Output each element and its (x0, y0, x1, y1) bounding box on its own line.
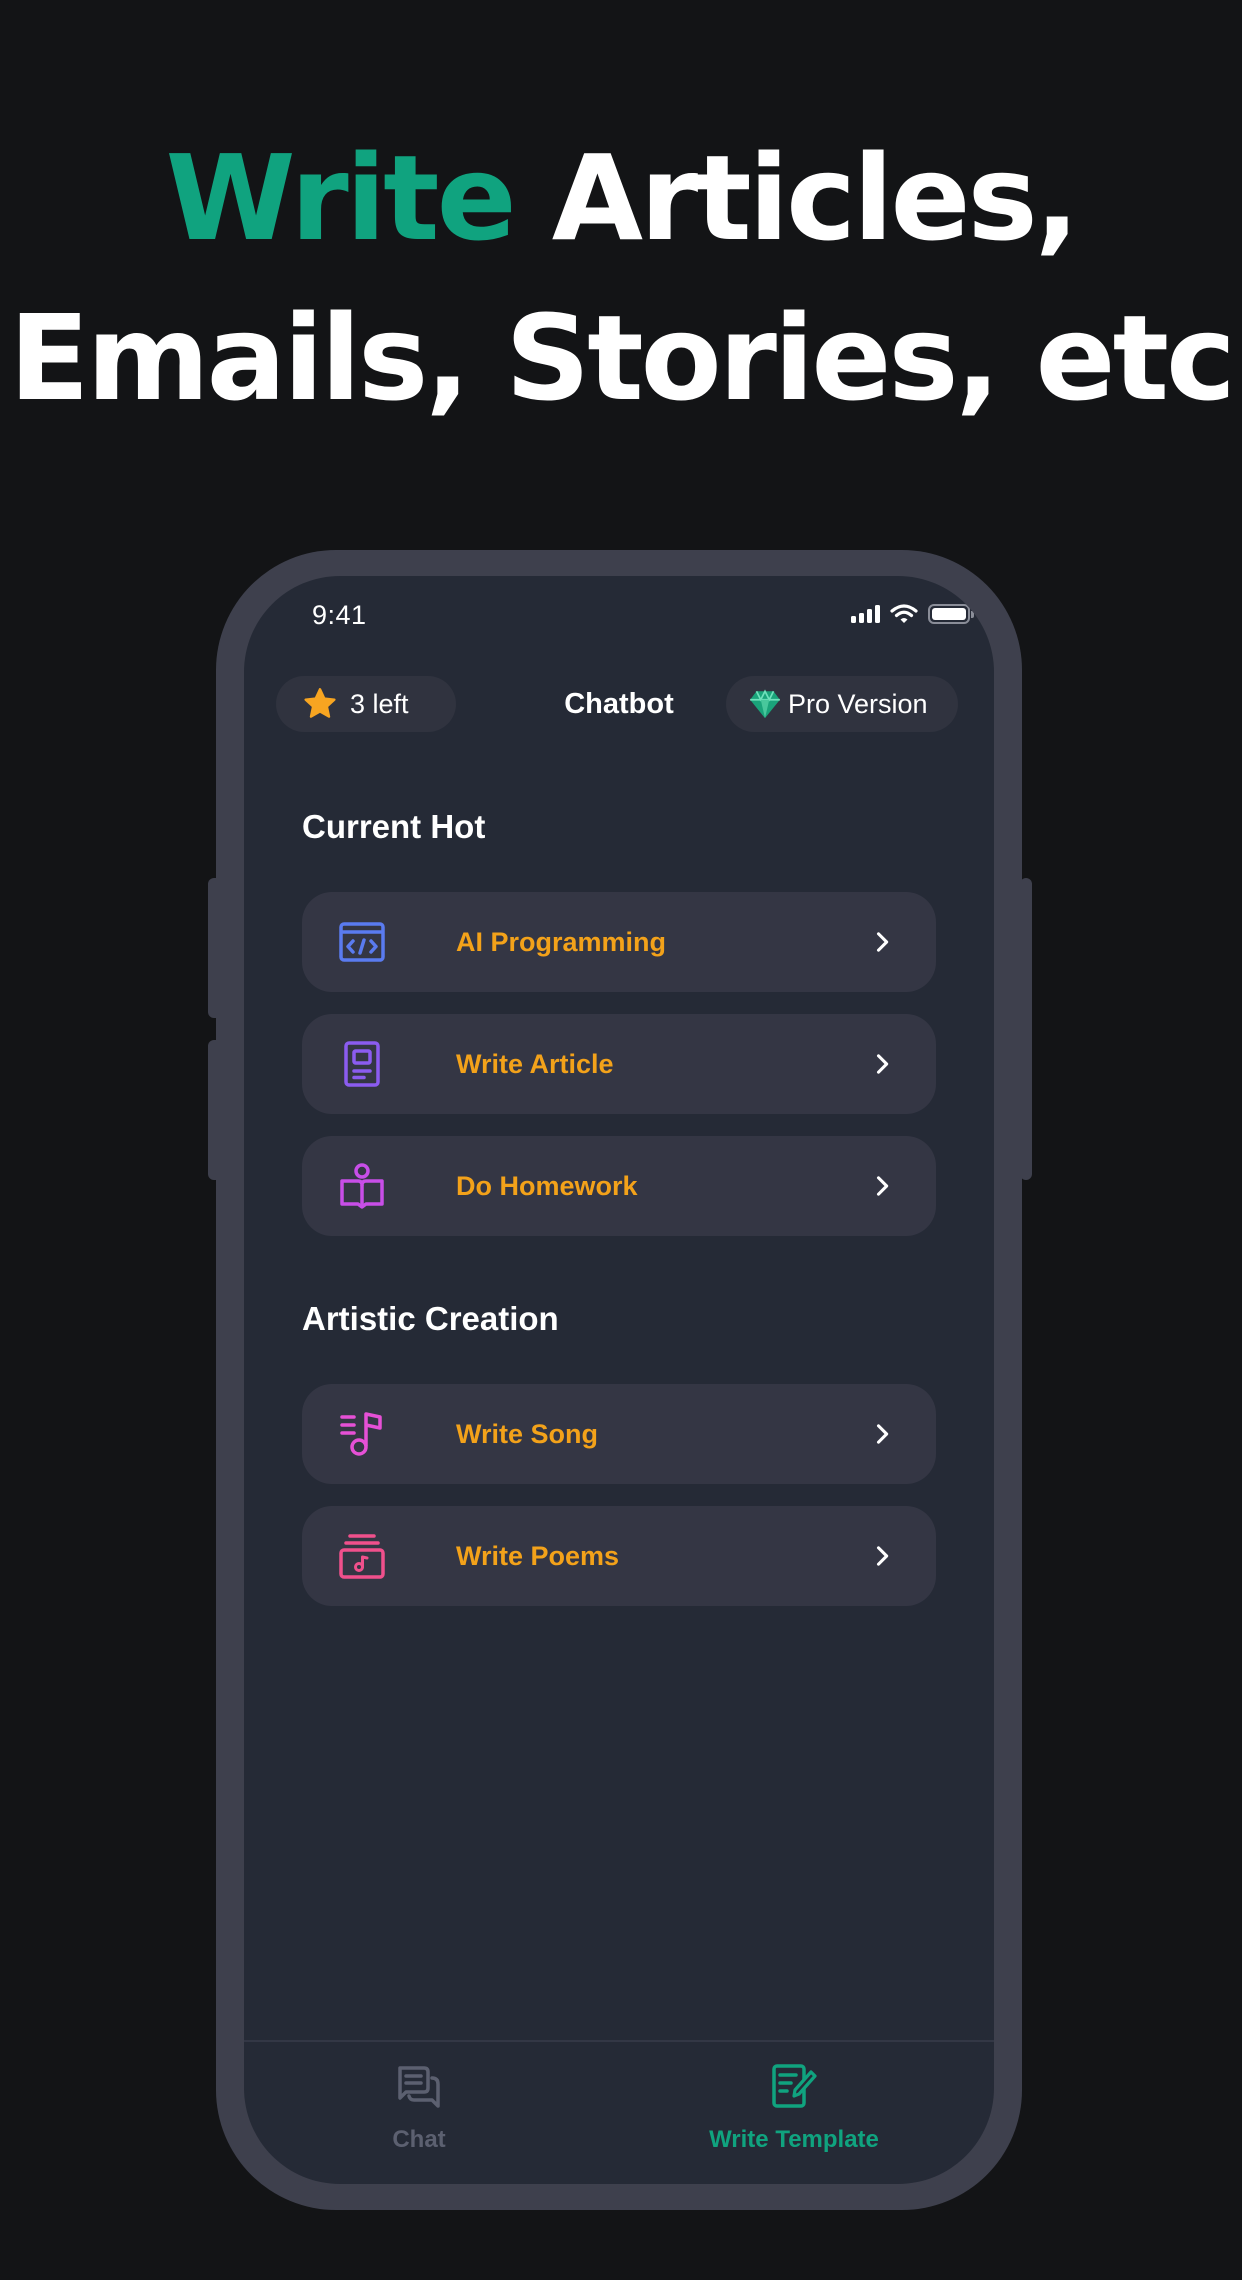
section-title-current-hot: Current Hot (302, 808, 486, 845)
status-time: 9:41 (312, 600, 367, 630)
tab-write-template[interactable]: Write Template (674, 2042, 914, 2162)
headline-line-1-rest: Articles, (551, 129, 1080, 267)
chevron-right-icon (876, 1054, 889, 1074)
phone-screen: 9:41 3 left Chatbot Pro Version Current … (244, 576, 994, 2184)
template-item-label: Do Homework (456, 1171, 638, 1201)
template-item-label: Write Song (456, 1419, 599, 1449)
chevron-right-icon (876, 932, 889, 952)
chat-bubbles-icon (398, 2066, 440, 2108)
wifi-icon (890, 604, 918, 623)
music-note-icon (340, 1412, 382, 1456)
template-item-write-article[interactable]: Write Article (302, 1014, 936, 1114)
headline-accent: Write (165, 129, 516, 267)
cellular-signal-icon (851, 605, 880, 623)
chevron-right-icon (876, 1424, 889, 1444)
template-item-write-song[interactable]: Write Song (302, 1384, 936, 1484)
battery-icon (928, 604, 974, 624)
chevron-right-icon (876, 1176, 889, 1196)
template-item-do-homework[interactable]: Do Homework (302, 1136, 936, 1236)
headline: Write Articles, Emails, Stories, etc (0, 118, 1242, 438)
document-icon (344, 1041, 380, 1087)
pro-version-button[interactable]: Pro Version (726, 676, 958, 732)
status-bar: 9:41 (244, 576, 994, 656)
write-template-icon (772, 2064, 817, 2108)
template-item-write-poems[interactable]: Write Poems (302, 1506, 936, 1606)
diamond-icon (750, 689, 780, 719)
code-window-icon (339, 922, 385, 962)
tab-chat[interactable]: Chat (324, 2042, 514, 2162)
headline-line-2: Emails, Stories, etc (9, 289, 1236, 427)
pro-version-label: Pro Version (788, 688, 928, 719)
headline-line-1: Write Articles, (0, 118, 1242, 278)
template-item-label: Write Article (456, 1049, 614, 1079)
section-title-artistic-creation: Artistic Creation (302, 1300, 559, 1337)
template-item-label: AI Programming (456, 927, 667, 957)
reading-book-icon (340, 1163, 384, 1209)
tab-bar: Chat Write Template (244, 2040, 994, 2184)
chevron-right-icon (876, 1546, 889, 1566)
music-album-icon (339, 1534, 385, 1579)
top-bar: 3 left Chatbot Pro Version (244, 676, 994, 732)
status-icons (851, 604, 974, 624)
template-item-ai-programming[interactable]: AI Programming (302, 892, 936, 992)
tab-chat-label: Chat (392, 2126, 446, 2153)
tab-write-template-label: Write Template (709, 2126, 879, 2153)
template-item-label: Write Poems (456, 1541, 620, 1571)
